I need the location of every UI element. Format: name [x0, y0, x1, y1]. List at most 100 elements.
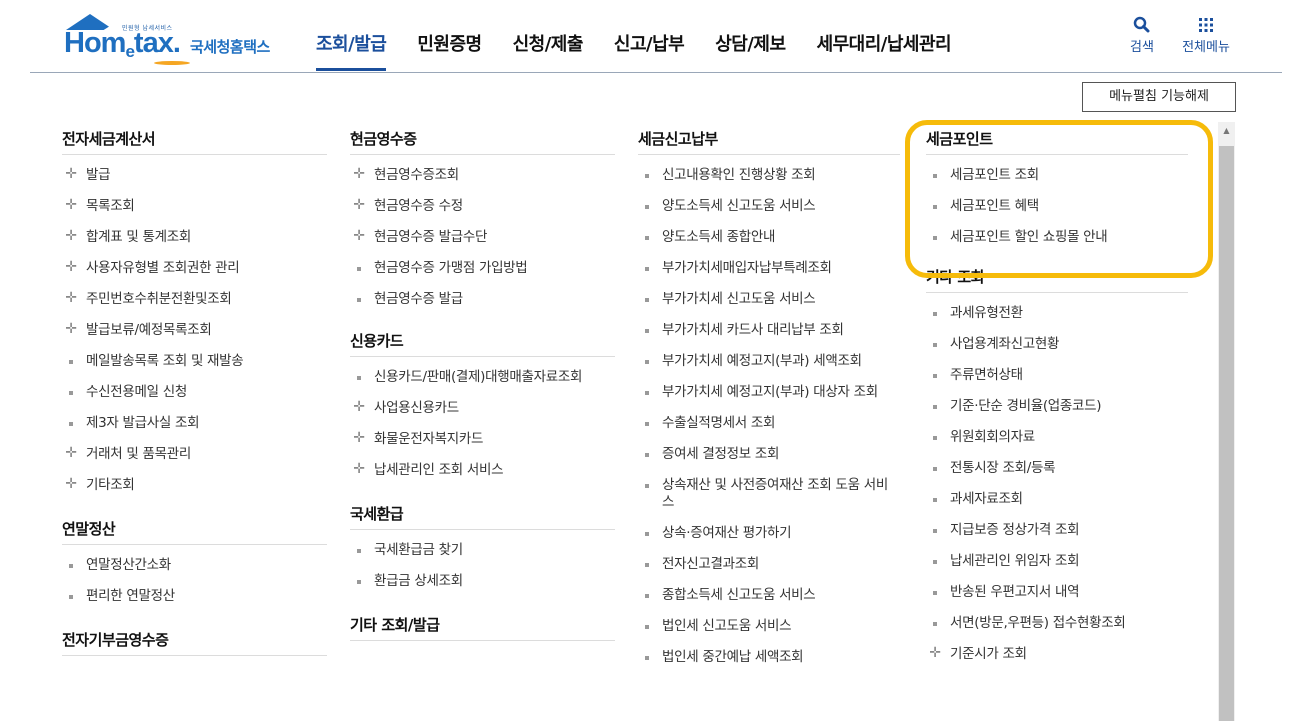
square-bullet-icon — [64, 384, 78, 395]
section-title[interactable]: 현금영수증 — [350, 128, 615, 154]
square-bullet-icon — [640, 477, 654, 488]
menu-link[interactable]: 양도소득세 종합안내 — [638, 229, 900, 246]
menu-link[interactable]: 위원회회의자료 — [926, 429, 1188, 446]
nav-tab-4[interactable]: 신고/납부 — [614, 30, 685, 72]
scroll-up-arrow-icon[interactable]: ▲ — [1218, 122, 1235, 139]
nav-tab-1[interactable]: 조회/발급 — [316, 30, 387, 72]
menu-link[interactable]: ✛ 사업용신용카드 — [350, 399, 615, 417]
menu-link-label: 부가가치세 예정고지(부과) 대상자 조회 — [662, 384, 878, 400]
menu-link[interactable]: 신고내용확인 진행상황 조회 — [638, 167, 900, 184]
nav-tab-6[interactable]: 세무대리/납세관리 — [817, 30, 952, 72]
square-bullet-icon — [352, 369, 366, 380]
menu-link-label: 국세환급금 찾기 — [374, 542, 463, 558]
vertical-scrollbar[interactable]: ▲ — [1218, 122, 1235, 721]
menu-link[interactable]: 양도소득세 신고도움 서비스 — [638, 198, 900, 215]
menu-link[interactable]: 연말정산간소화 — [62, 557, 327, 574]
nav-tab-3[interactable]: 신청/제출 — [513, 30, 584, 72]
menu-link-label: 수신전용메일 신청 — [86, 384, 187, 400]
menu-link[interactable]: 반송된 우편고지서 내역 — [926, 584, 1188, 601]
menu-link[interactable]: 법인세 신고도움 서비스 — [638, 618, 900, 635]
menu-link[interactable]: 현금영수증 가맹점 가입방법 — [350, 260, 615, 277]
menu-link[interactable]: 증여세 결정정보 조회 — [638, 446, 900, 463]
menu-link[interactable]: 상속재산 및 사전증여재산 조회 도움 서비스 — [638, 477, 900, 511]
menu-link[interactable]: 수신전용메일 신청 — [62, 384, 327, 401]
menu-link[interactable]: 과세유형전환 — [926, 305, 1188, 322]
menu-link[interactable]: ✛ 화물운전자복지카드 — [350, 430, 615, 448]
menu-link[interactable]: 부가가치세 예정고지(부과) 대상자 조회 — [638, 384, 900, 401]
menu-link-label: 지급보증 정상가격 조회 — [950, 522, 1080, 538]
menu-link[interactable]: 부가가치세 예정고지(부과) 세액조회 — [638, 353, 900, 370]
menu-column-2: 현금영수증 ✛ 현금영수증조회 ✛ 현금영수증 수정 ✛ 현금영수증 발급수단현금영수증 가… — [350, 128, 615, 653]
square-bullet-icon — [928, 367, 942, 378]
menu-link[interactable]: ✛ 현금영수증조회 — [350, 166, 615, 184]
menu-link[interactable]: ✛ 현금영수증 발급수단 — [350, 228, 615, 246]
menu-link[interactable]: ✛ 기타조회 — [62, 476, 327, 494]
menu-section: 국세환급국세환급금 찾기환급금 상세조회 — [350, 503, 615, 590]
square-bullet-icon — [928, 460, 942, 471]
hometax-logo[interactable]: 민원형 납세서비스 Hometax. 국세청홈택스 — [62, 14, 292, 66]
section-title[interactable]: 전자기부금영수증 — [62, 629, 327, 655]
menu-link-label: 부가가치세 카드사 대리납부 조회 — [662, 322, 844, 338]
search-button[interactable]: 검색 — [1124, 14, 1160, 55]
menu-link[interactable]: ✛ 발급 — [62, 166, 327, 184]
menu-link[interactable]: 지급보증 정상가격 조회 — [926, 522, 1188, 539]
menu-link[interactable]: ✛ 합계표 및 통계조회 — [62, 228, 327, 246]
menu-link[interactable]: ✛ 기준시가 조회 — [926, 645, 1188, 663]
menu-link[interactable]: 편리한 연말정산 — [62, 588, 327, 605]
menu-link[interactable]: 부가가치세매입자납부특례조회 — [638, 260, 900, 277]
menu-link[interactable]: ✛ 사용자유형별 조회권한 관리 — [62, 259, 327, 277]
plus-bullet-icon: ✛ — [65, 476, 77, 492]
menu-link[interactable]: 부가가치세 신고도움 서비스 — [638, 291, 900, 308]
section-title[interactable]: 신용카드 — [350, 330, 615, 356]
square-bullet-icon — [352, 260, 366, 271]
menu-link[interactable]: 기준·단순 경비율(업종코드) — [926, 398, 1188, 415]
section-title[interactable]: 기타 조회/발급 — [350, 614, 615, 640]
menu-link[interactable]: 전자신고결과조회 — [638, 556, 900, 573]
menu-link[interactable]: 주류면허상태 — [926, 367, 1188, 384]
menu-link[interactable]: 국세환급금 찾기 — [350, 542, 615, 559]
square-bullet-icon — [928, 491, 942, 502]
menu-link[interactable]: 법인세 중간예납 세액조회 — [638, 649, 900, 666]
logo-swoosh-icon — [154, 61, 190, 65]
menu-link[interactable]: ✛ 거래처 및 품목관리 — [62, 445, 327, 463]
menu-link[interactable]: 신용카드/판매(결제)대행매출자료조회 — [350, 369, 615, 386]
square-bullet-icon — [640, 167, 654, 178]
all-menu-label: 전체메뉴 — [1182, 40, 1230, 55]
menu-link[interactable]: ✛ 주민번호수취분전환및조회 — [62, 290, 327, 308]
menu-link[interactable]: 부가가치세 카드사 대리납부 조회 — [638, 322, 900, 339]
menu-link[interactable]: 환급금 상세조회 — [350, 573, 615, 590]
menu-expand-toggle-button[interactable]: 메뉴펼침 기능해제 — [1082, 82, 1236, 112]
menu-link[interactable]: ✛ 현금영수증 수정 — [350, 197, 615, 215]
section-title[interactable]: 국세환급 — [350, 503, 615, 529]
square-bullet-icon — [640, 353, 654, 364]
menu-link[interactable]: ✛ 목록조회 — [62, 197, 327, 215]
scroll-thumb[interactable] — [1219, 146, 1234, 721]
section-title[interactable]: 전자세금계산서 — [62, 128, 327, 154]
square-bullet-icon — [640, 198, 654, 209]
menu-link[interactable]: 서면(방문,우편등) 접수현황조회 — [926, 615, 1188, 632]
menu-link[interactable]: ✛ 발급보류/예정목록조회 — [62, 321, 327, 339]
menu-link[interactable]: 메일발송목록 조회 및 재발송 — [62, 353, 327, 370]
menu-link[interactable]: 사업용계좌신고현황 — [926, 336, 1188, 353]
section-title[interactable]: 세금신고납부 — [638, 128, 900, 154]
menu-link[interactable]: 종합소득세 신고도움 서비스 — [638, 587, 900, 604]
menu-link[interactable]: 전통시장 조회/등록 — [926, 460, 1188, 477]
menu-link[interactable]: ✛ 납세관리인 조회 서비스 — [350, 461, 615, 479]
menu-link[interactable]: 제3자 발급사실 조회 — [62, 415, 327, 432]
menu-link[interactable]: 납세관리인 위임자 조회 — [926, 553, 1188, 570]
all-menu-button[interactable]: 전체메뉴 — [1176, 14, 1236, 55]
menu-column-3: 세금신고납부신고내용확인 진행상황 조회양도소득세 신고도움 서비스양도소득세 … — [638, 128, 900, 680]
plus-bullet-icon: ✛ — [353, 166, 365, 182]
menu-link[interactable]: 과세자료조회 — [926, 491, 1188, 508]
nav-tab-5[interactable]: 상담/제보 — [715, 30, 786, 72]
menu-link[interactable]: 상속·증여재산 평가하기 — [638, 525, 900, 542]
menu-link[interactable]: 수출실적명세서 조회 — [638, 415, 900, 432]
menu-link[interactable]: 현금영수증 발급 — [350, 291, 615, 308]
square-bullet-icon — [640, 322, 654, 333]
plus-bullet-icon: ✛ — [353, 430, 365, 446]
section-title[interactable]: 연말정산 — [62, 518, 327, 544]
section-divider — [62, 544, 327, 545]
square-bullet-icon — [640, 415, 654, 426]
nav-tab-2[interactable]: 민원증명 — [417, 30, 482, 72]
menu-link-label: 주민번호수취분전환및조회 — [86, 291, 232, 307]
